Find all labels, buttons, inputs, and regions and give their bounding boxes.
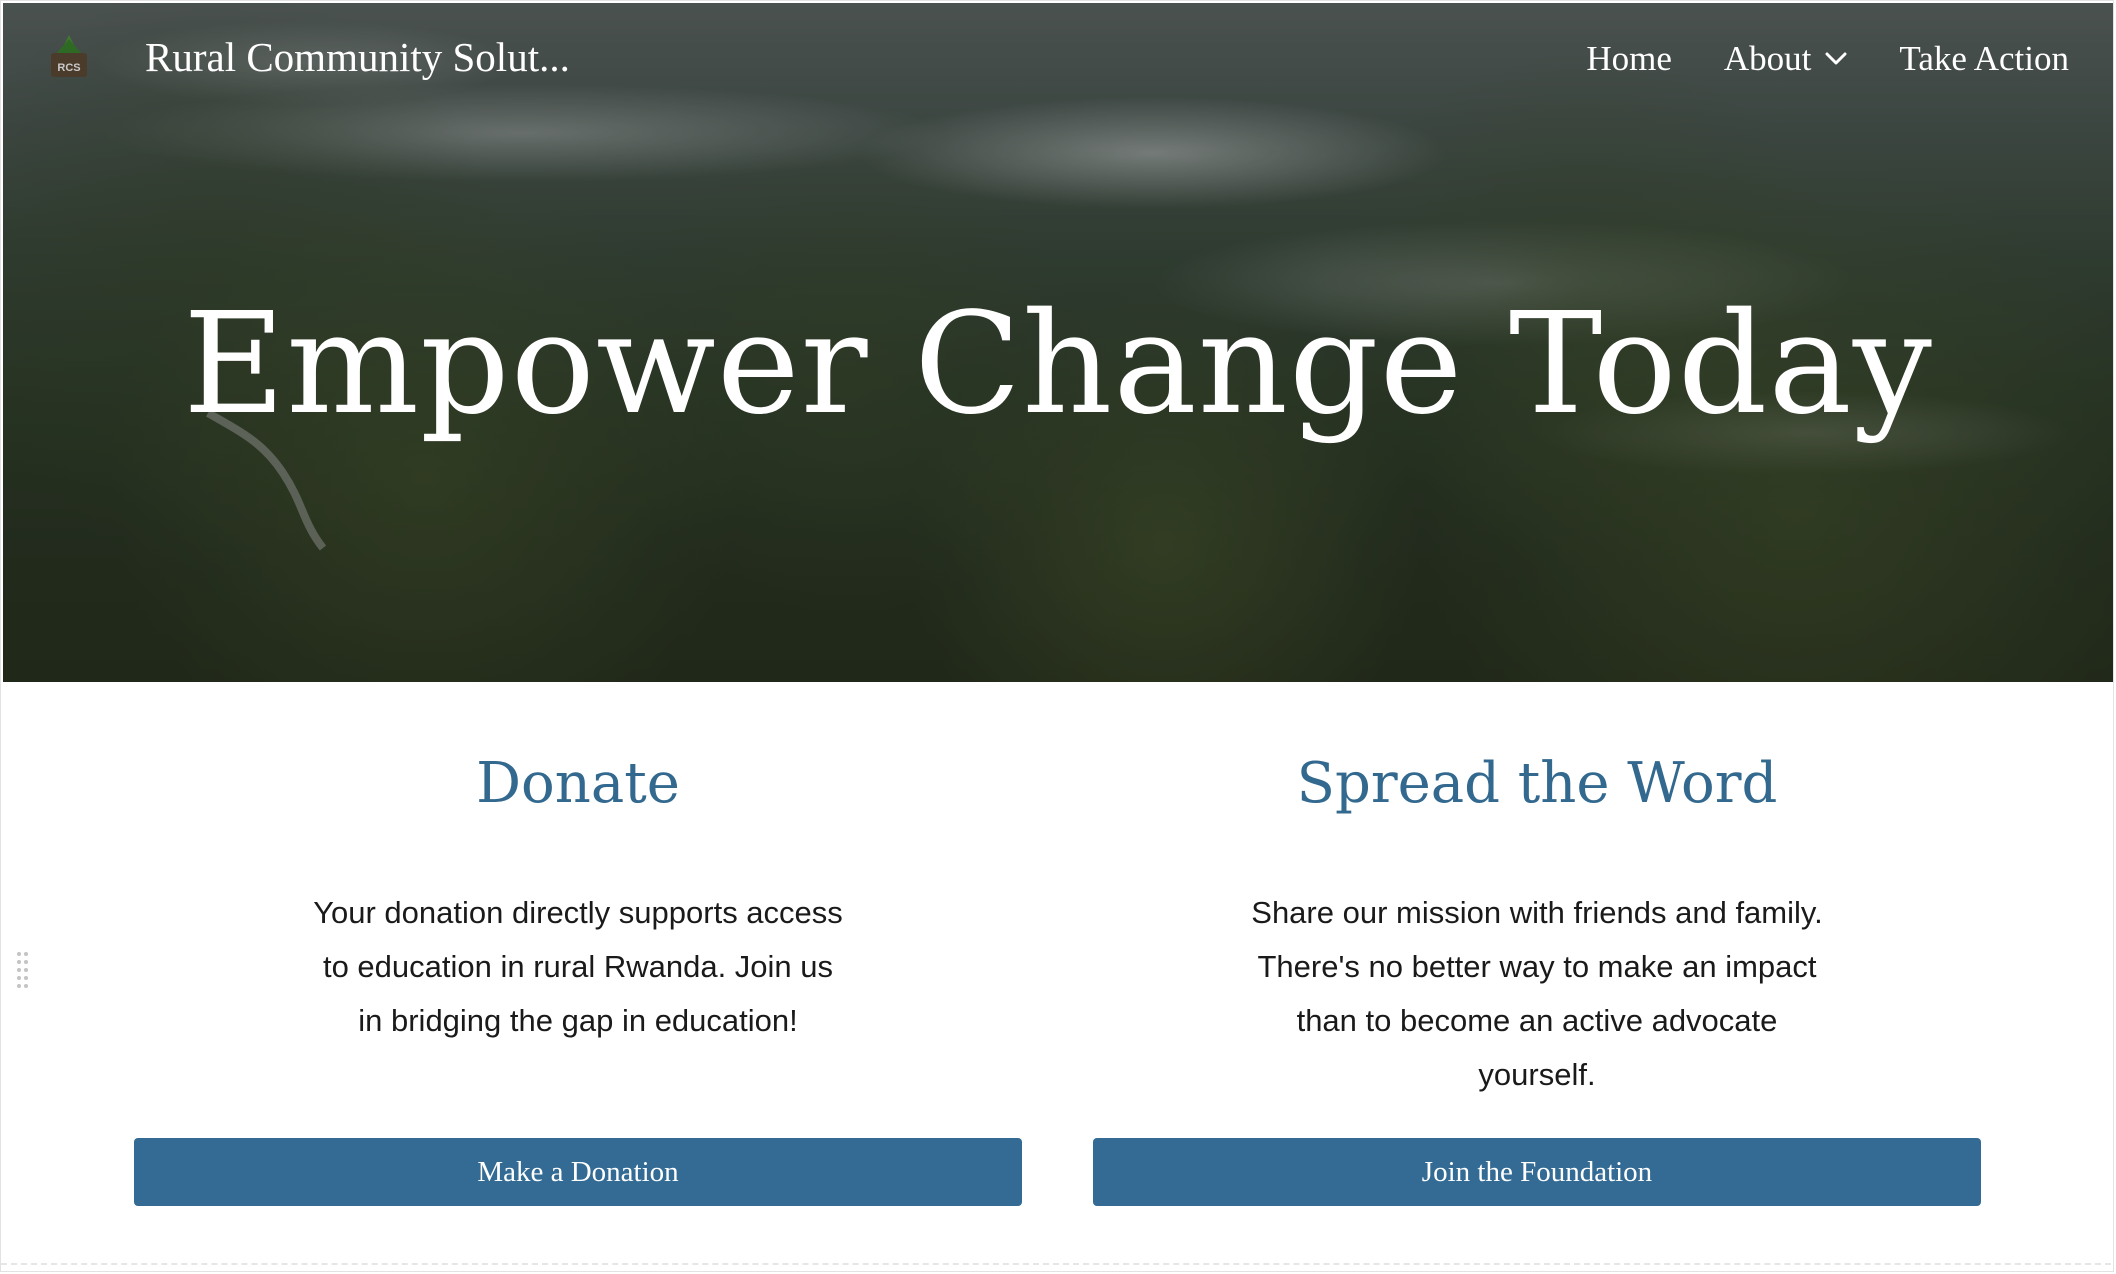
nav-about[interactable]: About [1724, 39, 1848, 79]
hero-banner: RCS Rural Community Solut... Home About … [3, 3, 2113, 682]
spread-text: Share our mission with friends and famil… [1251, 895, 1823, 1092]
site-title[interactable]: Rural Community Solut... [145, 33, 570, 81]
logo-text: RCS [57, 62, 80, 74]
join-foundation-button[interactable]: Join the Foundation [1093, 1138, 1981, 1206]
nav-take-action-label: Take Action [1899, 39, 2069, 78]
make-donation-button[interactable]: Make a Donation [134, 1138, 1022, 1206]
nav-about-label: About [1723, 39, 1812, 78]
nav-home-label: Home [1586, 39, 1672, 78]
hero-title: Empower Change Today [183, 283, 1933, 446]
page: RCS Rural Community Solut... Home About … [0, 0, 2114, 1272]
donate-section: Donate Your donation directly supports a… [134, 751, 1022, 1048]
main-nav: Home About Take Action [1586, 39, 2069, 79]
join-foundation-label: Join the Foundation [1421, 1155, 1653, 1188]
chevron-down-icon[interactable] [1825, 52, 1847, 66]
spread-the-word-section: Spread the Word Share our mission with f… [1093, 751, 1981, 1102]
drag-handle-icon[interactable] [16, 951, 30, 991]
section-divider [1, 1263, 2111, 1265]
make-donation-label: Make a Donation [477, 1155, 679, 1188]
nav-take-action[interactable]: Take Action [1899, 39, 2069, 79]
nav-home[interactable]: Home [1586, 39, 1672, 79]
site-header: RCS Rural Community Solut... Home About … [3, 3, 2113, 113]
donate-text: Your donation directly supports access t… [313, 895, 843, 1038]
rcs-logo-icon[interactable]: RCS [47, 31, 91, 83]
donate-heading: Donate [476, 751, 680, 816]
spread-heading: Spread the Word [1296, 751, 1778, 816]
